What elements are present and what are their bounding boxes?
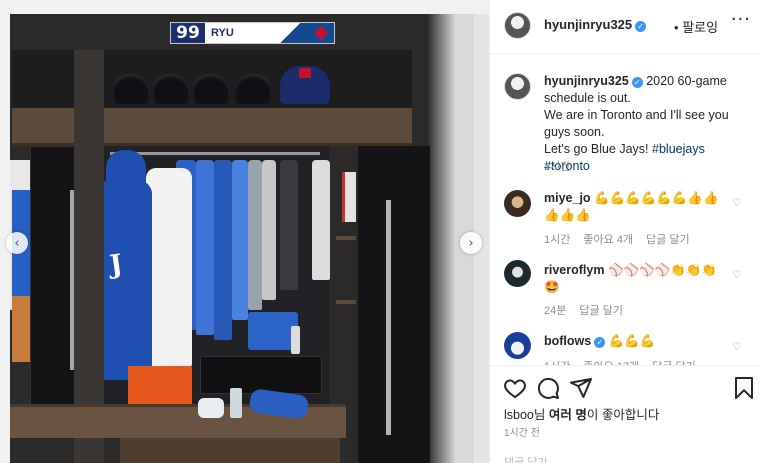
- heart-icon[interactable]: [503, 376, 527, 400]
- header-username-text[interactable]: hyunjinryu325: [544, 17, 632, 32]
- hanging-shirt: [312, 160, 330, 280]
- post-photo: 99 RYU J ‹ ›: [0, 0, 489, 463]
- comment-avatar[interactable]: [504, 332, 531, 359]
- side-shelf: [336, 236, 358, 240]
- caption-line-3: Let's go Blue Jays!: [544, 142, 653, 156]
- hanging-shirt: [214, 160, 232, 340]
- door-handle: [386, 200, 391, 435]
- hanging-shirt: [232, 160, 248, 320]
- comment-text: 💪💪💪: [608, 334, 656, 348]
- post-caption: hyunjinryu325 ✓ 2020 60-game schedule is …: [544, 73, 754, 175]
- comment-time: 24분: [544, 305, 567, 317]
- chevron-right-icon: ›: [468, 235, 474, 251]
- liked-by-user[interactable]: lsboo: [504, 408, 534, 422]
- post-timestamp: 1시간 전: [504, 428, 540, 439]
- comment: miye_jo 💪💪💪💪💪💪👍👍👍👍👍: [544, 190, 724, 224]
- caption-avatar[interactable]: [504, 73, 531, 100]
- verified-badge-icon: ✓: [635, 21, 647, 32]
- caption-username[interactable]: hyunjinryu325: [544, 74, 629, 88]
- comment-time: 1시간: [544, 234, 571, 246]
- comment-icon[interactable]: [536, 376, 560, 400]
- add-comment-input[interactable]: 댓글 달기...: [504, 454, 557, 463]
- prev-image-button[interactable]: ‹: [6, 232, 28, 254]
- face-mask: [198, 398, 224, 418]
- comment-username[interactable]: miye_jo: [544, 191, 591, 205]
- more-options-icon[interactable]: ···: [731, 9, 751, 30]
- avatar[interactable]: [504, 12, 531, 39]
- likes-others[interactable]: 여러 명: [549, 408, 587, 422]
- likes-tail: 이 좋아합니다: [586, 408, 660, 422]
- side-shelf: [336, 300, 358, 304]
- bookmark-icon[interactable]: [732, 376, 756, 400]
- comment-username[interactable]: riveroflym: [544, 263, 604, 277]
- likes-summary: lsboo님 여러 명이 좋아합니다: [504, 404, 659, 423]
- share-icon[interactable]: [569, 376, 593, 400]
- post-side-panel: hyunjinryu325 ✓ • 팔로잉 ··· hyunjinryu325 ✓ …: [489, 0, 760, 463]
- helmet: [152, 74, 190, 104]
- comment-username[interactable]: boflows: [544, 334, 591, 348]
- comment-like-icon[interactable]: ♡: [732, 268, 742, 281]
- hanging-shirt: [280, 160, 298, 290]
- verified-badge-icon: ✓: [631, 77, 643, 88]
- water-bottle: [230, 388, 242, 418]
- helmet: [192, 74, 230, 104]
- caption-line-2: We are in Toronto and I'll see you guys …: [544, 108, 729, 139]
- comment-avatar[interactable]: [504, 190, 531, 217]
- comment-avatar[interactable]: [504, 260, 531, 287]
- post-header: hyunjinryu325 ✓ • 팔로잉 ···: [490, 0, 760, 54]
- hanging-shirt: [248, 160, 262, 310]
- chevron-left-icon: ‹: [14, 235, 20, 251]
- locker-drawer: [120, 438, 340, 463]
- hanging-rod: [110, 152, 320, 155]
- blue-jays-logo: [279, 23, 334, 43]
- hanging-shirt: [196, 160, 214, 335]
- locker-nameplate: 99 RYU: [170, 22, 335, 44]
- nameplate-number: 99: [171, 23, 205, 43]
- hanging-shirt: [262, 160, 276, 300]
- helmet: [112, 74, 150, 104]
- comment: riveroflym ⚾⚾⚾⚾👏👏👏🤩: [544, 262, 724, 296]
- header-username[interactable]: hyunjinryu325 ✓: [544, 17, 647, 32]
- comment-like-icon[interactable]: ♡: [732, 340, 742, 353]
- follow-status[interactable]: • 팔로잉: [674, 17, 718, 36]
- comment: boflows ✓ 💪💪💪: [544, 333, 724, 350]
- comment-like-icon[interactable]: ♡: [732, 196, 742, 209]
- reply-button[interactable]: 답글 달기: [579, 305, 623, 317]
- comment-meta: 1시간 좋아요 4개 답글 달기: [544, 231, 700, 247]
- comment-meta: 24분 답글 달기: [544, 302, 633, 318]
- locker-shelf: [12, 108, 412, 146]
- likes-suffix: 님: [533, 408, 549, 422]
- cap-logo: [299, 68, 311, 78]
- blue-jersey: [96, 180, 152, 380]
- following-button[interactable]: 팔로잉: [682, 20, 718, 35]
- helmet: [234, 74, 272, 104]
- caption-time: 1시간: [544, 161, 571, 173]
- hashtag-bluejays[interactable]: #bluejays: [652, 142, 705, 156]
- reply-button[interactable]: 답글 달기: [646, 234, 690, 246]
- next-image-button[interactable]: ›: [460, 232, 482, 254]
- nameplate-name: RYU: [211, 27, 234, 39]
- locker-right-door: [356, 146, 430, 463]
- locker-divider: [74, 50, 104, 463]
- comment-likes[interactable]: 좋아요 4개: [583, 234, 633, 246]
- black-box: [200, 356, 322, 394]
- white-jersey: [146, 168, 192, 368]
- verified-badge-icon: ✓: [594, 337, 606, 348]
- bottle: [291, 326, 300, 354]
- separator: •: [674, 20, 679, 35]
- post-actions: lsboo님 여러 명이 좋아합니다 1시간 전 댓글 달기...: [490, 365, 760, 463]
